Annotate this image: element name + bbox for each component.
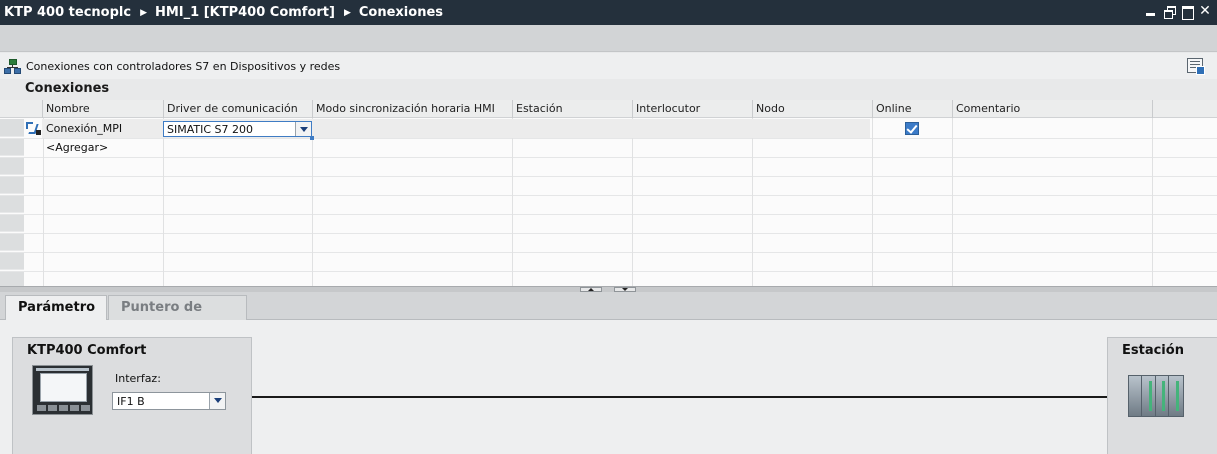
breadcrumb-separator-icon: ▶ [140,7,147,18]
connections-table-title: Conexiones [25,81,110,96]
close-icon[interactable]: ✕ [1199,4,1211,18]
interface-label: Interfaz: [115,372,161,385]
connection-line [252,396,1108,398]
cell-interlocutor[interactable] [633,119,751,138]
tab-parametro[interactable]: Parámetro [5,295,107,321]
hmi-device-title: KTP400 Comfort [27,343,147,358]
table-header: Nombre Driver de comunicación Modo sincr… [0,100,1217,118]
row-selector[interactable] [0,252,24,270]
minimize-icon[interactable] [1145,5,1157,18]
editor-toolbar [0,25,1217,52]
cell-nodo[interactable] [753,119,871,138]
row-selector[interactable] [0,233,24,251]
add-connection-row[interactable]: <Agregar> [43,138,108,157]
col-header-comentario[interactable]: Comentario [953,100,1153,118]
col-header-nodo[interactable]: Nodo [753,100,873,118]
interface-dropdown[interactable]: IF1 B [112,392,226,410]
tab-strip: Parámetro Puntero de área [0,292,1217,339]
tab-puntero-de-area[interactable]: Puntero de área [108,295,247,339]
title-bar: KTP 400 tecnoplc ▶ HMI_1 [KTP400 Comfort… [0,0,1217,25]
row-selector[interactable] [0,157,24,175]
interface-dropdown-value: IF1 B [117,394,145,408]
col-header-driver[interactable]: Driver de comunicación [164,100,313,118]
col-header-online[interactable]: Online [873,100,953,118]
online-checkbox[interactable] [905,122,919,135]
maximize-icon[interactable] [1181,5,1194,20]
col-header-estacion[interactable]: Estación [513,100,633,118]
connections-table: Nombre Driver de comunicación Modo sincr… [0,100,1217,286]
hmi-panel-icon [32,365,93,415]
station-box: Estación [1107,337,1217,454]
breadcrumb-device[interactable]: HMI_1 [KTP400 Comfort] [155,5,335,20]
header-row-selector [0,100,43,118]
plc-station-icon [1128,375,1184,417]
driver-dropdown-value: SIMATIC S7 200 [167,122,254,136]
row-selector[interactable] [0,119,24,137]
breadcrumb-separator-icon: ▶ [343,7,351,18]
connection-icon [24,120,42,137]
parameter-panel: KTP400 Comfort Interfaz: IF1 B Estación [0,320,1217,454]
row-selector[interactable] [0,195,24,213]
breadcrumb-current: Conexiones [358,5,444,20]
station-title: Estación [1122,343,1184,358]
row-selector[interactable] [0,138,24,156]
show-hide-panel-icon[interactable] [1187,58,1205,75]
row-selector[interactable] [0,176,24,194]
cell-nombre[interactable]: Conexión_MPI [43,119,122,138]
driver-dropdown[interactable]: SIMATIC S7 200 [163,121,312,137]
cell-modo-sincronizacion[interactable] [313,119,511,138]
row-selector[interactable] [0,271,24,286]
chevron-down-icon[interactable] [295,122,311,136]
col-header-nombre[interactable]: Nombre [43,100,164,118]
window-controls: ✕ [1145,4,1211,20]
breadcrumb-project[interactable]: KTP 400 tecnoplc [4,5,131,20]
cell-comentario[interactable] [953,119,1151,138]
info-bar-text: Conexiones con controladores S7 en Dispo… [26,59,341,73]
network-devices-icon[interactable] [4,58,21,75]
row-selector[interactable] [0,214,24,232]
restore-icon[interactable] [1163,5,1176,19]
info-bar: Conexiones con controladores S7 en Dispo… [0,53,1217,79]
chevron-down-icon[interactable] [209,393,225,409]
col-header-modo-sincronizacion[interactable]: Modo sincronización horaria HMI [313,100,513,118]
col-header-interlocutor[interactable]: Interlocutor [633,100,753,118]
cell-estacion[interactable] [513,119,631,138]
hmi-device-box: KTP400 Comfort Interfaz: IF1 B [12,337,252,454]
